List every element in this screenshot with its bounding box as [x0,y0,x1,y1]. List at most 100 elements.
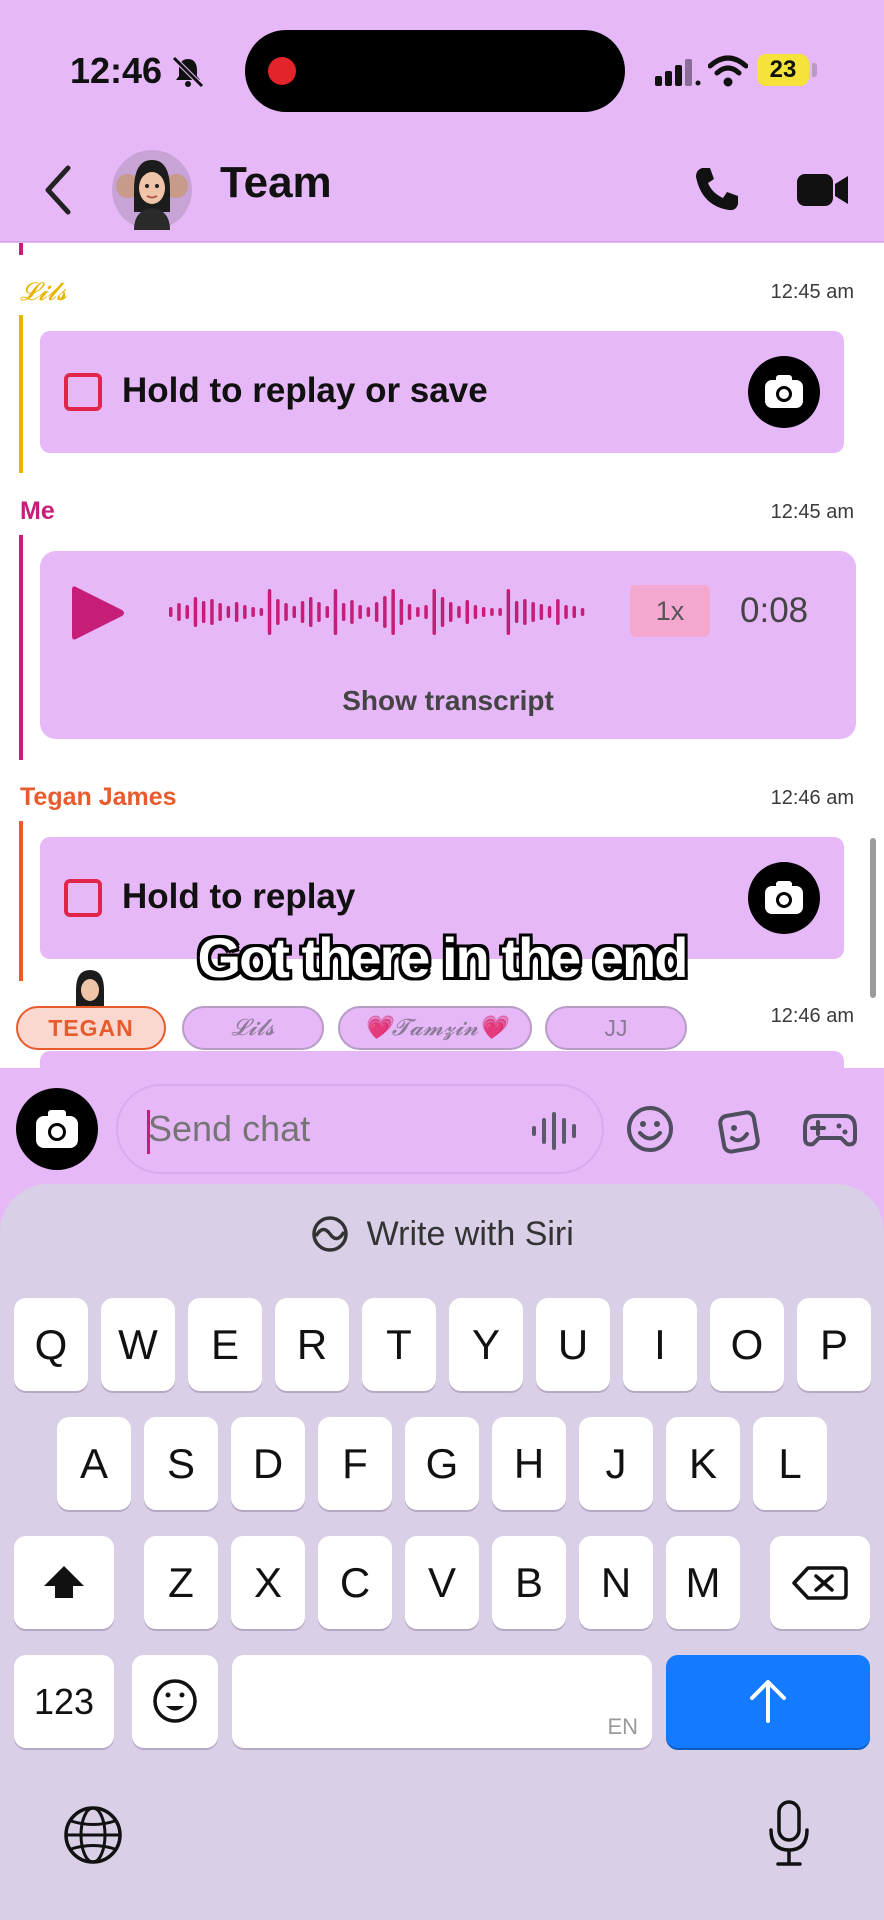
chat-title[interactable]: Team [220,158,332,208]
key-c[interactable]: C [318,1536,392,1629]
waveform-bar [226,606,231,618]
waveform-bar [325,606,329,618]
group-avatar[interactable] [112,150,192,230]
waveform-bar [473,605,478,619]
key-f[interactable]: F [318,1417,392,1510]
reply-camera-button[interactable] [748,862,820,934]
camera-icon [765,375,803,408]
waveform-bar [374,602,379,622]
message-bar-lils [19,315,23,473]
waveform-bar [481,607,486,617]
keyboard-panel: Write with Siri Q W E R T Y U I O P A S … [0,1184,884,1920]
waveform-bar [547,606,552,618]
unopened-snap-icon [64,879,102,917]
message-time: 12:45 am [770,501,854,523]
camera-icon [765,881,803,914]
waveform-bar [201,601,206,623]
key-h[interactable]: H [492,1417,566,1510]
key-z[interactable]: Z [144,1536,218,1629]
key-n[interactable]: N [579,1536,653,1629]
waveform-bar [531,602,535,622]
show-transcript-link[interactable]: Show transcript [40,685,856,717]
key-w[interactable]: W [101,1298,175,1391]
playback-speed-button[interactable]: 1x [630,585,710,637]
key-k[interactable]: K [666,1417,740,1510]
waveform-bar [580,608,585,616]
dynamic-island [245,30,625,112]
waveform-bar [243,605,247,619]
gamepad-icon[interactable] [803,1104,857,1154]
waveform-bar [234,602,239,622]
sticker-icon[interactable] [714,1104,764,1154]
emoji-key[interactable] [132,1655,218,1748]
key-p[interactable]: P [797,1298,871,1391]
waveform-bar [391,589,395,635]
key-j[interactable]: J [579,1417,653,1510]
chat-header: Team [0,140,884,242]
waveform-bar [251,607,255,617]
waveform-bar [341,603,346,621]
key-q[interactable]: Q [14,1298,88,1391]
voice-wave-icon[interactable] [530,1110,582,1152]
key-o[interactable]: O [710,1298,784,1391]
key-l[interactable]: L [753,1417,827,1510]
key-i[interactable]: I [623,1298,697,1391]
voice-note-message[interactable]: 1x 0:08 Show transcript [40,551,856,739]
snap-label: Hold to replay [122,877,356,916]
member-chip[interactable]: 𝓛𝓲𝓵𝓼 [182,1006,324,1050]
send-key[interactable] [666,1655,870,1748]
shift-key[interactable] [14,1536,114,1629]
battery-indicator: 23 [757,54,809,86]
apple-intelligence-icon [312,1216,348,1252]
delete-key[interactable] [770,1536,870,1629]
unopened-snap-icon [64,373,102,411]
waveform-bar [514,601,519,623]
phone-icon[interactable] [692,164,742,214]
voice-waveform[interactable] [168,579,588,645]
smiley-icon[interactable] [625,1104,675,1154]
play-icon[interactable] [68,581,128,645]
waveform-bar [506,589,511,635]
key-a[interactable]: A [57,1417,131,1510]
key-d[interactable]: D [231,1417,305,1510]
reply-camera-button[interactable] [748,356,820,428]
waveform-bar [210,599,214,625]
numbers-key[interactable]: 123 [14,1655,114,1748]
message-time: 12:46 am [770,787,854,809]
status-bar: 12:46 23 [0,0,884,140]
write-with-siri-button[interactable]: Write with Siri [0,1214,884,1274]
video-camera-icon[interactable] [795,168,850,212]
message-sender: 𝓛𝓲𝓵𝓼 [20,277,67,306]
key-t[interactable]: T [362,1298,436,1391]
video-caption: Got there in the end [197,926,689,989]
key-e[interactable]: E [188,1298,262,1391]
key-x[interactable]: X [231,1536,305,1629]
camera-button[interactable] [16,1088,98,1170]
member-chip[interactable]: TEGAN [16,1006,166,1050]
recording-indicator-icon [268,57,296,85]
key-m[interactable]: M [666,1536,740,1629]
waveform-bar [267,589,272,635]
globe-icon[interactable] [62,1804,124,1866]
snap-message[interactable]: Hold to replay or save [40,331,844,453]
key-y[interactable]: Y [449,1298,523,1391]
chevron-left-icon[interactable] [38,160,78,220]
key-g[interactable]: G [405,1417,479,1510]
key-b[interactable]: B [492,1536,566,1629]
waveform-bar [383,596,387,628]
waveform-bar [350,600,354,624]
siri-label: Write with Siri [366,1214,574,1253]
key-r[interactable]: R [275,1298,349,1391]
waveform-bar [465,600,469,624]
message-bar-me [19,535,23,760]
waveform-bar [309,597,313,627]
key-u[interactable]: U [536,1298,610,1391]
member-chip[interactable]: JJ [545,1006,687,1050]
keyboard-language: EN [607,1714,638,1739]
key-v[interactable]: V [405,1536,479,1629]
space-bar[interactable]: EN [232,1655,652,1748]
waveform-bar [572,606,576,618]
member-chip[interactable]: 💗𝓣𝓪𝓶𝔃𝓲𝓷💗 [338,1006,532,1050]
key-s[interactable]: S [144,1417,218,1510]
microphone-icon[interactable] [764,1798,814,1870]
